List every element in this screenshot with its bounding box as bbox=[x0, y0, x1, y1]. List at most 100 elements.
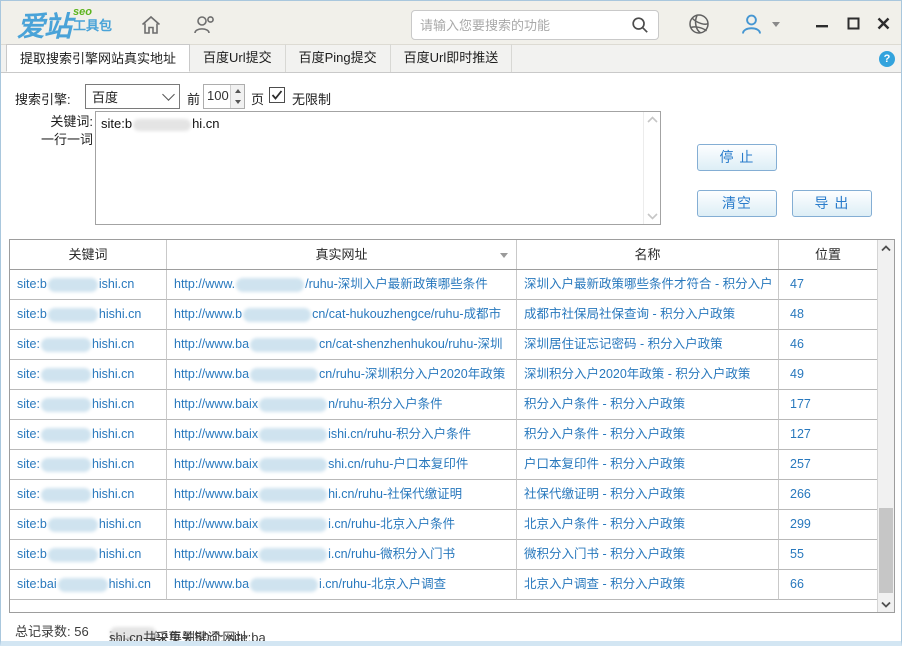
home-icon[interactable] bbox=[139, 13, 165, 37]
engine-label: 搜索引擎: bbox=[15, 89, 71, 108]
redacted-blur bbox=[259, 518, 327, 532]
table-row[interactable]: site:baihishi.cnhttp://www.bai.cn/ruhu-北… bbox=[10, 570, 877, 600]
app-logo: 爱站 seo 工具包 bbox=[17, 5, 112, 45]
scrollbar-down-button[interactable] bbox=[878, 596, 894, 612]
redacted-blur bbox=[250, 368, 318, 382]
export-button[interactable]: 导 出 bbox=[792, 190, 872, 217]
app-window: 爱站 seo 工具包 bbox=[0, 0, 902, 646]
redacted-blur bbox=[41, 398, 91, 412]
tab-baidu-ping-submit[interactable]: 百度Ping提交 bbox=[286, 44, 391, 72]
scroll-down-icon[interactable] bbox=[647, 212, 658, 220]
table-row[interactable]: site:hishi.cnhttp://www.baixn/ruhu-积分入户条… bbox=[10, 390, 877, 420]
header-real-url[interactable]: 真实网址 bbox=[167, 240, 517, 269]
maximize-button[interactable] bbox=[842, 13, 864, 33]
header-keyword[interactable]: 关键词 bbox=[10, 240, 167, 269]
url-cell: http://www.baixishi.cn/ruhu-积分入户条件 bbox=[167, 420, 517, 450]
user-icon[interactable] bbox=[739, 12, 765, 36]
header-name[interactable]: 名称 bbox=[517, 240, 779, 269]
table-row[interactable]: site:bhishi.cnhttp://www.baixi.cn/ruhu-微… bbox=[10, 540, 877, 570]
table-header: 关键词 真实网址 名称 位置 bbox=[10, 240, 877, 270]
url-cell: http://www.baixi.cn/ruhu-北京入户条件 bbox=[167, 510, 517, 540]
stop-button[interactable]: 停 止 bbox=[697, 144, 777, 171]
redacted-blur bbox=[236, 278, 304, 292]
position-cell: 55 bbox=[779, 540, 877, 570]
table-row[interactable]: site:hishi.cnhttp://www.bacn/cat-shenzhe… bbox=[10, 330, 877, 360]
name-cell: 成都市社保局社保查询 - 积分入户政策 bbox=[517, 300, 779, 330]
redacted-blur bbox=[259, 428, 327, 442]
redacted-blur bbox=[58, 578, 108, 592]
tab-baidu-url-submit[interactable]: 百度Url提交 bbox=[190, 44, 286, 72]
position-cell: 177 bbox=[779, 390, 877, 420]
status-bar: 总记录数: 56 百度的第2页关键词: site:bashi.cn共采集到50个… bbox=[1, 615, 901, 642]
function-search-input[interactable] bbox=[420, 18, 630, 33]
position-cell: 299 bbox=[779, 510, 877, 540]
spinner-down-button[interactable] bbox=[231, 97, 244, 109]
engine-select[interactable]: 百度 bbox=[85, 84, 180, 109]
pages-spinner-value[interactable]: 100 bbox=[204, 85, 230, 108]
table-scrollbar[interactable] bbox=[877, 240, 894, 612]
url-cell: http://www.bcn/cat-hukouzhengce/ruhu-成都市 bbox=[167, 300, 517, 330]
keyword-cell: site:bhishi.cn bbox=[10, 510, 167, 540]
url-cell: http://www.baixi.cn/ruhu-微积分入门书 bbox=[167, 540, 517, 570]
table-row[interactable]: site:hishi.cnhttp://www.baixhi.cn/ruhu-社… bbox=[10, 480, 877, 510]
sort-caret-icon[interactable] bbox=[500, 253, 508, 262]
keyword-label: 关键词: 一行一词 bbox=[9, 113, 93, 149]
url-cell: http://www.bacn/ruhu-深圳积分入户2020年政策 bbox=[167, 360, 517, 390]
position-cell: 127 bbox=[779, 420, 877, 450]
table-row[interactable]: site:hishi.cnhttp://www.bacn/ruhu-深圳积分入户… bbox=[10, 360, 877, 390]
header-position[interactable]: 位置 bbox=[779, 240, 877, 269]
url-cell: http://www.baixshi.cn/ruhu-户口本复印件 bbox=[167, 450, 517, 480]
tab-bar: 提取搜索引擎网站真实地址 百度Url提交 百度Ping提交 百度Url即时推送 bbox=[1, 45, 901, 73]
name-cell: 北京入户调查 - 积分入户政策 bbox=[517, 570, 779, 600]
scrollbar-up-button[interactable] bbox=[878, 240, 894, 256]
url-cell: http://www.baixhi.cn/ruhu-社保代缴证明 bbox=[167, 480, 517, 510]
help-icon[interactable]: ? bbox=[879, 51, 895, 67]
scrollbar-thumb[interactable] bbox=[879, 508, 893, 594]
redacted-blur bbox=[259, 458, 327, 472]
table-row[interactable]: site:bhishi.cnhttp://www.baixi.cn/ruhu-北… bbox=[10, 510, 877, 540]
keyword-cell: site:bhishi.cn bbox=[10, 540, 167, 570]
chevron-down-icon bbox=[162, 88, 175, 101]
minimize-button[interactable] bbox=[811, 13, 833, 33]
total-records: 总记录数: 56 bbox=[15, 621, 89, 640]
keyword-textarea[interactable]: site:bhi.cn bbox=[95, 111, 661, 225]
pages-spinner: 100 bbox=[203, 84, 245, 109]
tab-baidu-url-push[interactable]: 百度Url即时推送 bbox=[391, 44, 513, 72]
keyword-cell: site:hishi.cn bbox=[10, 330, 167, 360]
function-search-box bbox=[411, 10, 659, 40]
contacts-icon[interactable] bbox=[191, 13, 217, 37]
logo-sub-text: 工具包 bbox=[73, 18, 112, 33]
redacted-blur bbox=[41, 458, 91, 472]
keyword-cell: site:hishi.cn bbox=[10, 420, 167, 450]
network-icon[interactable] bbox=[687, 12, 713, 36]
table-row[interactable]: site:bhishi.cnhttp://www.bcn/cat-hukouzh… bbox=[10, 300, 877, 330]
redacted-blur bbox=[259, 488, 327, 502]
tab-extract-real-url[interactable]: 提取搜索引擎网站真实地址 bbox=[6, 44, 190, 72]
url-cell: http://www./ruhu-深圳入户最新政策哪些条件 bbox=[167, 270, 517, 300]
url-cell: http://www.baixn/ruhu-积分入户条件 bbox=[167, 390, 517, 420]
spinner-up-button[interactable] bbox=[231, 85, 244, 97]
position-cell: 49 bbox=[779, 360, 877, 390]
checkmark-icon bbox=[271, 89, 283, 101]
unlimited-checkbox[interactable] bbox=[269, 87, 285, 103]
name-cell: 深圳居住证忘记密码 - 积分入户政策 bbox=[517, 330, 779, 360]
name-cell: 深圳入户最新政策哪些条件才符合 - 积分入户 bbox=[517, 270, 779, 300]
table-row[interactable]: site:bishi.cnhttp://www./ruhu-深圳入户最新政策哪些… bbox=[10, 270, 877, 300]
close-button[interactable] bbox=[872, 13, 894, 33]
textarea-scrollbar[interactable] bbox=[643, 112, 660, 224]
position-cell: 47 bbox=[779, 270, 877, 300]
name-cell: 户口本复印件 - 积分入户政策 bbox=[517, 450, 779, 480]
clear-button[interactable]: 清空 bbox=[697, 190, 777, 217]
user-menu-caret-icon[interactable] bbox=[772, 22, 780, 31]
logo-main-text: 爱站 bbox=[17, 5, 71, 45]
table-row[interactable]: site:hishi.cnhttp://www.baixishi.cn/ruhu… bbox=[10, 420, 877, 450]
search-icon[interactable] bbox=[630, 15, 650, 35]
redacted-blur bbox=[243, 308, 311, 322]
redacted-blur bbox=[250, 338, 318, 352]
position-cell: 266 bbox=[779, 480, 877, 510]
redacted-blur bbox=[41, 368, 91, 382]
title-bar: 爱站 seo 工具包 bbox=[1, 1, 901, 45]
table-row[interactable]: site:hishi.cnhttp://www.baixshi.cn/ruhu-… bbox=[10, 450, 877, 480]
scroll-up-icon[interactable] bbox=[647, 116, 658, 124]
redacted-blur bbox=[41, 428, 91, 442]
